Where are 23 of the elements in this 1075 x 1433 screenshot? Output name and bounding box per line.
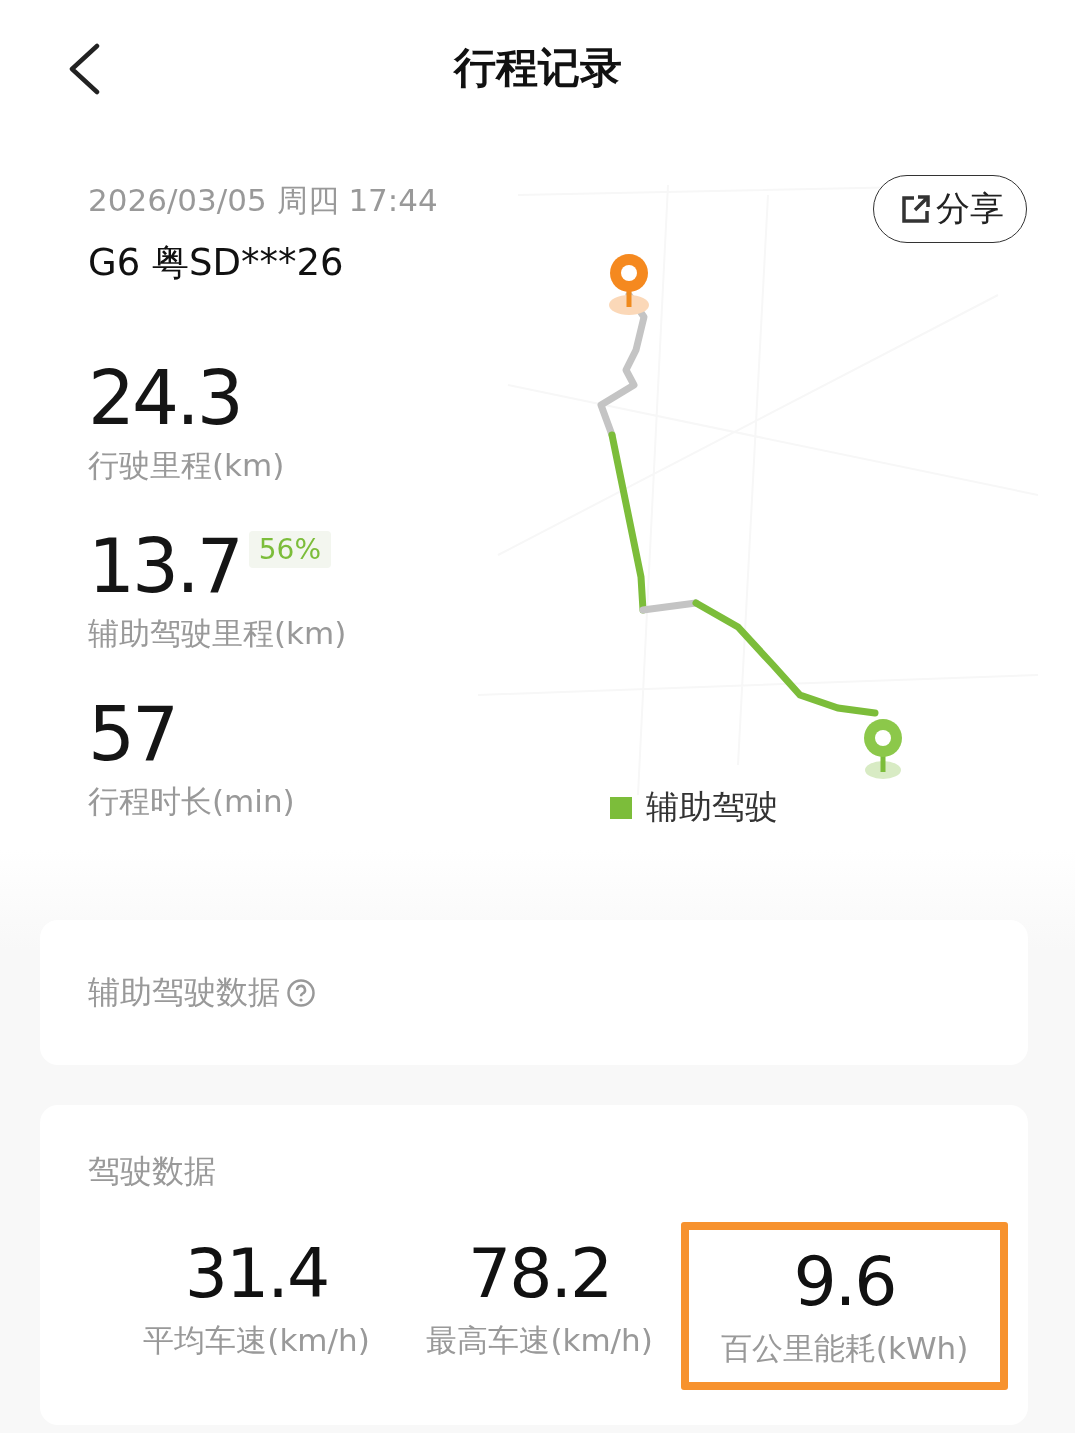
stat-value: 78.2 [467,1233,612,1315]
metric-label: 辅助驾驶里程(km) [88,614,348,653]
card-title: 驾驶数据 [88,1151,217,1192]
card-title: 辅助驾驶数据 [88,971,280,1013]
stat-value: 31.4 [184,1233,329,1315]
share-button[interactable]: 分享 [873,175,1027,243]
metric-value: 57 [88,690,177,779]
stat-label: 最高车速(km/h) [426,1321,653,1360]
trip-datetime: 2026/03/05 周四 17:44 [88,181,439,220]
stat-label: 百公里能耗(kWh) [720,1329,969,1368]
stat-label: 平均车速(km/h) [143,1321,370,1360]
share-icon [900,193,932,225]
metric-value: 24.3 [88,354,241,443]
metric-label: 行驶里程(km) [88,446,286,485]
legend-label: 辅助驾驶 [646,786,778,828]
back-icon[interactable] [67,43,101,95]
metric-label: 行程时长(min) [88,782,296,821]
metric-value: 13.7 [88,522,241,611]
page-title: 行程记录 [453,41,622,94]
vehicle-name: G6 粤SD***26 [88,240,345,286]
help-icon[interactable] [286,977,316,1008]
stat-value: 9.6 [793,1241,896,1323]
percent-badge: 56% [248,531,331,568]
